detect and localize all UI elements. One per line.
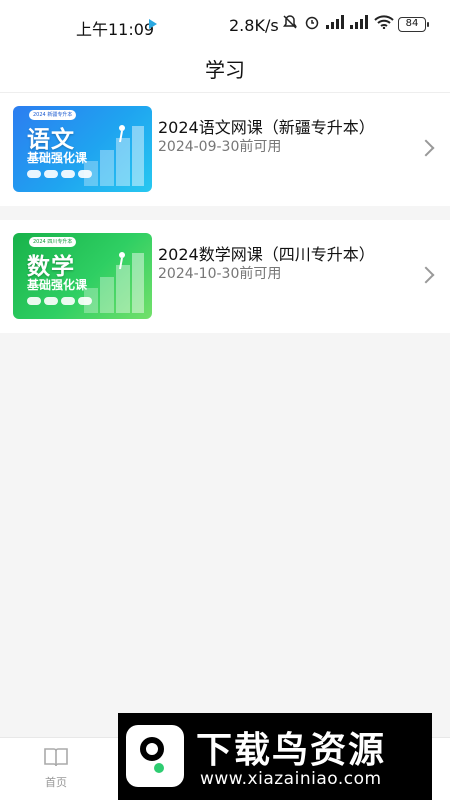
staircase-graphic (84, 252, 144, 313)
course-list: 2024 新疆专升本 语文 基础强化课 2024语文网课（新疆专升本） 2024… (0, 93, 450, 333)
thumbnail-banner: 2024 新疆专升本 (29, 110, 77, 120)
thumbnail-course-name: 基础强化课 (27, 278, 88, 292)
status-icons (282, 14, 394, 30)
page-title: 学习 (205, 58, 245, 82)
thumbnail-banner: 2024 四川专升本 (29, 237, 77, 247)
mute-bell-icon (283, 15, 297, 29)
play-icon (149, 19, 157, 29)
signal-icon (326, 15, 344, 29)
battery-icon: 84 (398, 17, 429, 32)
course-card[interactable]: 2024 四川专升本 数学 基础强化课 2024数学网课（四川专升本） 2024… (0, 220, 450, 333)
course-thumbnail: 2024 新疆专升本 语文 基础强化课 (13, 106, 152, 192)
chevron-right-icon (417, 139, 435, 157)
course-card[interactable]: 2024 新疆专升本 语文 基础强化课 2024语文网课（新疆专升本） 2024… (0, 93, 450, 206)
thumbnail-tags (27, 297, 92, 305)
tab-home[interactable]: 首页 (36, 746, 76, 790)
hd-signal-icon (350, 15, 368, 29)
chevron-right-icon (417, 266, 435, 284)
header: 学习 (0, 46, 450, 93)
course-thumbnail: 2024 四川专升本 数学 基础强化课 (13, 233, 152, 319)
course-title: 2024语文网课（新疆专升本） (158, 118, 375, 137)
staircase-graphic (84, 125, 144, 186)
course-expiry: 2024-09-30前可用 (158, 139, 282, 155)
watermark-banner: 下载鸟资源 www.xiazainiao.com (118, 713, 432, 800)
alarm-icon (305, 16, 319, 30)
course-title: 2024数学网课（四川专升本） (158, 245, 375, 264)
tab-home-label: 首页 (45, 776, 67, 789)
thumbnail-tags (27, 170, 92, 178)
course-expiry: 2024-10-30前可用 (158, 266, 282, 282)
watermark-url: www.xiazainiao.com (200, 769, 382, 789)
watermark-title: 下载鸟资源 (196, 730, 387, 771)
bird-logo-icon (126, 725, 184, 787)
book-icon (44, 748, 68, 767)
status-bar: 上午11:09 2.8K/s 84 (0, 0, 450, 46)
network-speed: 2.8K/s (229, 16, 279, 35)
wifi-icon (374, 15, 394, 29)
status-time: 上午11:09 (76, 20, 155, 39)
thumbnail-course-name: 基础强化课 (27, 151, 88, 165)
